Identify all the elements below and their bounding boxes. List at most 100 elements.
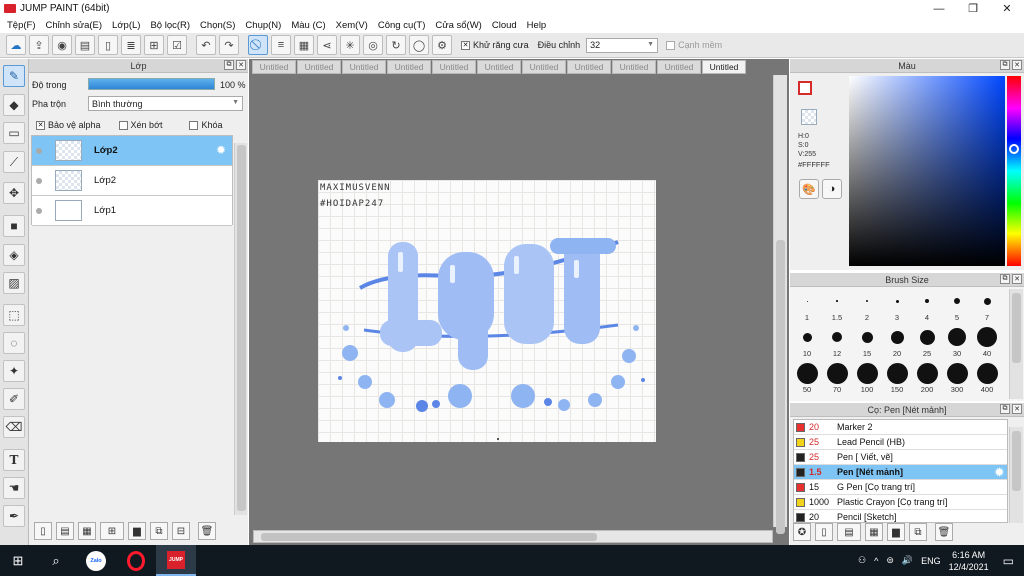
duplicate-brush-icon[interactable]: ⧉ <box>909 523 927 541</box>
subtool-item[interactable]: 1.5 Pen [Nét mảnh] ✹ <box>794 465 1007 480</box>
curve-ruler-icon[interactable]: ↻ <box>386 35 406 55</box>
undock-icon[interactable]: ⧉ <box>224 60 234 70</box>
select-eraser-tool-icon[interactable]: ⌫ <box>3 416 25 438</box>
gear-icon[interactable]: ✹ <box>995 466 1004 479</box>
eraser-tool-icon[interactable]: ◆ <box>3 94 25 116</box>
menu-layer[interactable]: Lớp(L) <box>107 20 145 31</box>
menu-edit[interactable]: Chỉnh sửa(E) <box>41 20 108 31</box>
gear-icon[interactable]: ✹ <box>216 144 228 156</box>
concentric-ruler-icon[interactable]: ◎ <box>363 35 383 55</box>
menu-filter[interactable]: Bộ lọc(R) <box>145 20 195 31</box>
magic-wand-tool-icon[interactable]: ✦ <box>3 360 25 382</box>
search-icon[interactable]: ⌕ <box>36 545 76 576</box>
no-ruler-icon[interactable]: ⃠ <box>248 35 268 55</box>
brush-add-icon[interactable]: ✪ <box>793 523 811 541</box>
folder-icon[interactable]: ▆ <box>128 522 146 540</box>
brush-size-scrollbar[interactable] <box>1009 289 1023 399</box>
trash-icon[interactable]: 🗑 <box>935 523 953 541</box>
new-halftone-layer-icon[interactable]: ▦ <box>78 522 96 540</box>
rectangle-tool-icon[interactable]: ▭ <box>3 122 25 144</box>
brush-menu-icon[interactable]: ▤ <box>837 523 861 541</box>
scrollbar-thumb[interactable] <box>261 533 597 541</box>
duplicate-layer-icon[interactable]: ⧉ <box>150 522 168 540</box>
ellipse-ruler-icon[interactable]: ◯ <box>409 35 429 55</box>
clipping-checkbox[interactable] <box>118 120 128 130</box>
brush-size-option[interactable]: 10 <box>792 325 822 358</box>
document-icon[interactable]: ≣ <box>121 35 141 55</box>
subtool-item[interactable]: 15 G Pen [Cọ trang trí] <box>794 480 1007 495</box>
chevron-up-icon[interactable]: ^ <box>874 556 878 566</box>
saturation-value-picker[interactable] <box>849 76 1005 266</box>
layer-row[interactable]: Lớp1 <box>32 196 232 226</box>
brush-size-option[interactable]: 5 <box>942 289 972 322</box>
rect-select-tool-icon[interactable]: ⬚ <box>3 304 25 326</box>
brush-size-option[interactable]: 200 <box>912 361 942 394</box>
visibility-icon[interactable] <box>36 207 42 214</box>
close-icon[interactable]: ✕ <box>1012 274 1022 284</box>
hue-slider-knob[interactable] <box>1009 144 1019 154</box>
tab-untitled[interactable]: Untitled <box>612 60 656 74</box>
subtool-item[interactable]: 20 Marker 2 <box>794 420 1007 435</box>
brush-size-option[interactable]: 15 <box>852 325 882 358</box>
move-tool-icon[interactable]: ✥ <box>3 182 25 204</box>
brush-size-option[interactable]: 2 <box>852 289 882 322</box>
brush-size-option[interactable]: 300 <box>942 361 972 394</box>
color-history-icon[interactable]: ◑ <box>822 179 842 199</box>
color-palette-icon[interactable]: 🎨 <box>799 179 819 199</box>
subtool-item[interactable]: 20 Pencil [Sketch] <box>794 510 1007 522</box>
eyedropper-tool-icon[interactable]: ✒ <box>3 505 25 527</box>
radial-ruler-icon[interactable]: ✳ <box>340 35 360 55</box>
foreground-color-swatch[interactable] <box>798 81 812 95</box>
tab-untitled[interactable]: Untitled <box>342 60 386 74</box>
opacity-slider[interactable] <box>88 78 215 90</box>
zalo-app-icon[interactable]: Zalo <box>76 545 116 576</box>
lock-checkbox[interactable] <box>189 120 199 130</box>
brush-size-option[interactable]: 4 <box>912 289 942 322</box>
scrollbar-thumb[interactable] <box>1012 431 1021 491</box>
select-pen-tool-icon[interactable]: ✐ <box>3 388 25 410</box>
export-icon[interactable]: ⇪ <box>29 35 49 55</box>
layer-row[interactable]: Lớp2 <box>32 166 232 196</box>
brush-size-option[interactable]: 25 <box>912 325 942 358</box>
soft-edge-checkbox[interactable] <box>666 40 676 50</box>
undock-icon[interactable]: ⧉ <box>1000 60 1010 70</box>
speech-bubble-icon[interactable]: ◉ <box>52 35 72 55</box>
trash-icon[interactable]: 🗑 <box>198 522 216 540</box>
tab-untitled[interactable]: Untitled <box>252 60 296 74</box>
brush-size-option[interactable]: 150 <box>882 361 912 394</box>
layer-row[interactable]: Lớp2 ✹ <box>32 136 232 166</box>
scrollbar-thumb[interactable] <box>1012 293 1021 363</box>
new-layer-icon[interactable]: ▯ <box>34 522 52 540</box>
language-indicator[interactable]: ENG <box>921 556 941 566</box>
visibility-icon[interactable] <box>36 147 42 154</box>
add-layer-menu-icon[interactable]: ⊞ <box>100 522 124 540</box>
tab-untitled[interactable]: Untitled <box>477 60 521 74</box>
brush-size-option[interactable]: 20 <box>882 325 912 358</box>
page-icon[interactable]: ▯ <box>98 35 118 55</box>
tab-untitled[interactable]: Untitled <box>297 60 341 74</box>
protect-alpha-checkbox[interactable]: ✕ <box>36 120 45 130</box>
close-icon[interactable]: ✕ <box>236 60 246 70</box>
windows-start-icon[interactable]: ⊞ <box>0 545 36 576</box>
redo-icon[interactable]: ↷ <box>219 35 239 55</box>
menu-select[interactable]: Chọn(S) <box>195 20 240 31</box>
tab-untitled[interactable]: Untitled <box>657 60 701 74</box>
canvas-vertical-scrollbar[interactable] <box>773 75 787 534</box>
brush-size-option[interactable]: 1 <box>792 289 822 322</box>
brush-size-option[interactable]: 40 <box>972 325 1002 358</box>
volume-icon[interactable]: 🔊 <box>902 555 913 566</box>
brush-size-option[interactable]: 7 <box>972 289 1002 322</box>
drawing-canvas[interactable]: MAXIMUSVENN #HOIDAP247 <box>318 180 656 442</box>
subtool-scrollbar[interactable] <box>1009 427 1023 523</box>
notification-icon[interactable]: ▭ <box>1003 554 1014 568</box>
ruler-settings-icon[interactable]: ⚙ <box>432 35 452 55</box>
text-bubble-icon[interactable]: ▤ <box>75 35 95 55</box>
menu-help[interactable]: Help <box>522 20 552 31</box>
menu-view[interactable]: Xem(V) <box>331 20 373 31</box>
scrollbar-thumb[interactable] <box>237 145 246 511</box>
network-icon[interactable]: ⊜ <box>886 555 894 566</box>
people-icon[interactable]: ⚇ <box>858 555 866 566</box>
close-icon[interactable]: ✕ <box>1012 60 1022 70</box>
line-tool-icon[interactable]: ⟋ <box>3 151 25 173</box>
close-button[interactable]: ✕ <box>990 0 1024 17</box>
